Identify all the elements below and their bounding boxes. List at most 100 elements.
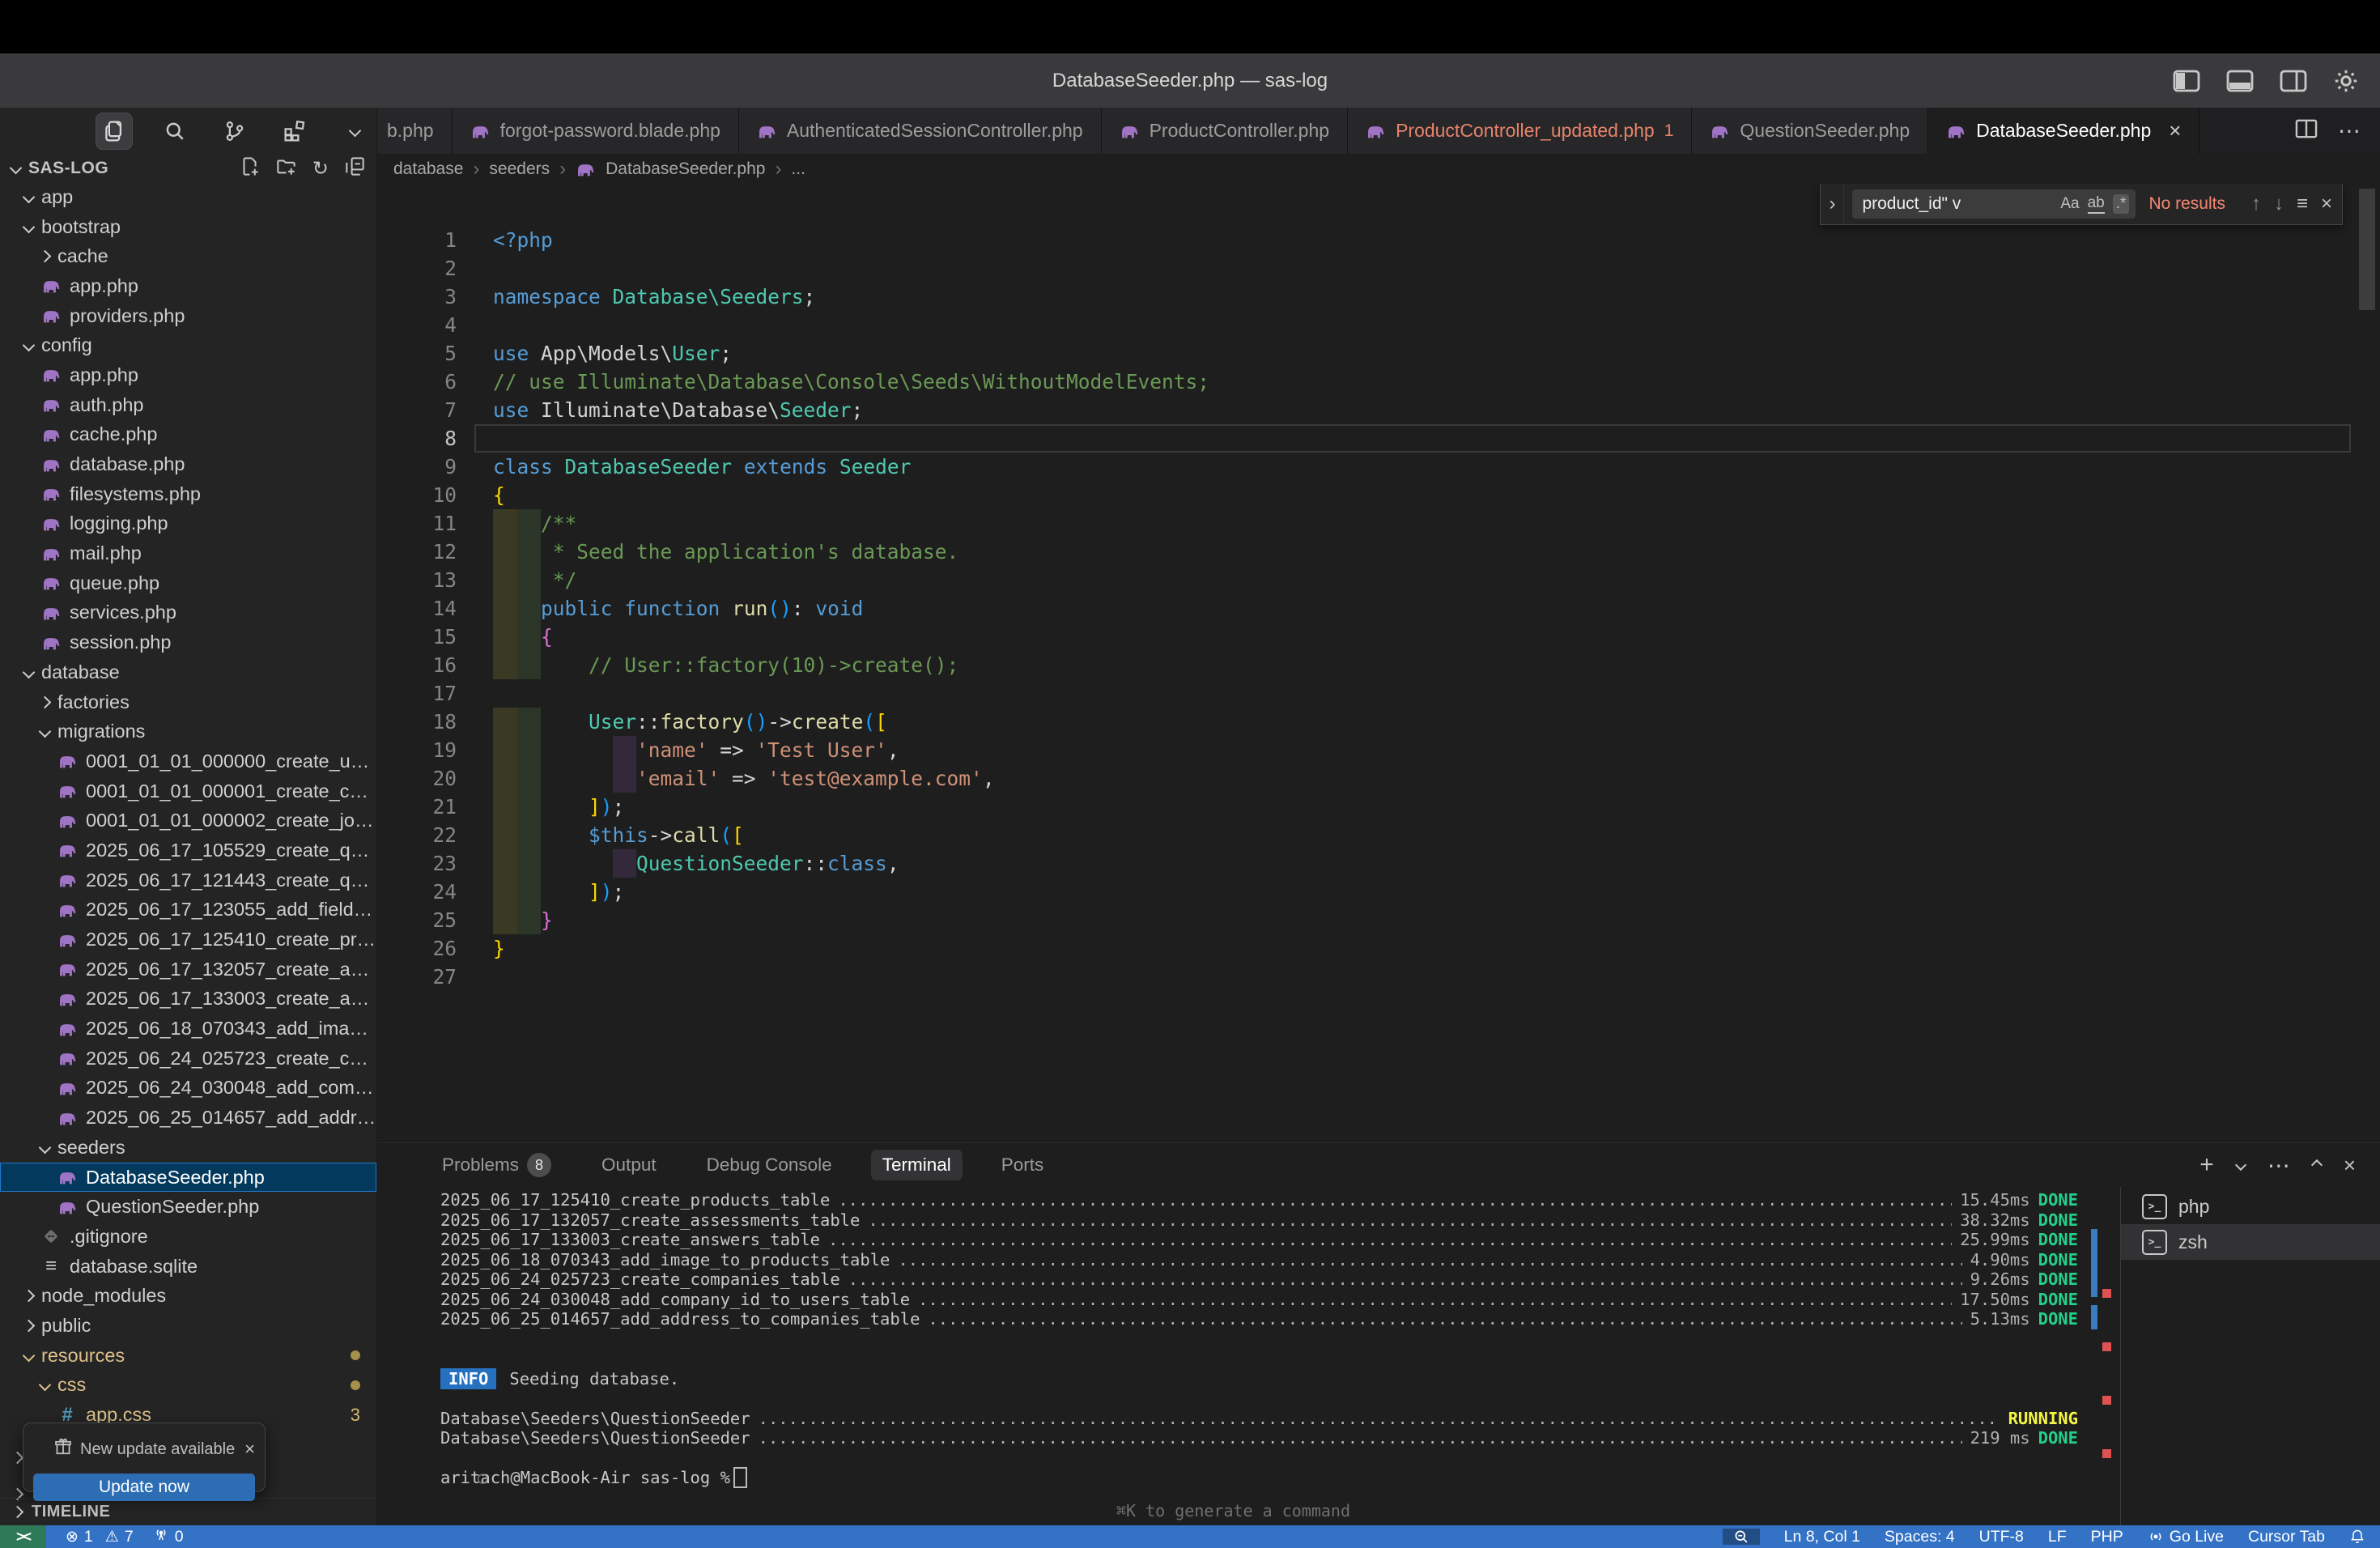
tree-item[interactable]: resources (0, 1341, 376, 1371)
chevron-up-icon[interactable] (2311, 1159, 2323, 1171)
settings-gear-icon[interactable] (2333, 68, 2359, 94)
breadcrumb-item[interactable]: seeders (489, 159, 550, 179)
tree-item[interactable]: QuestionSeeder.php (0, 1192, 376, 1222)
tree-item[interactable]: DatabaseSeeder.php (0, 1163, 376, 1193)
collapsed-section-chevron-icon[interactable] (11, 1452, 24, 1465)
tree-item[interactable]: 0001_01_01_000002_create_jobs_tab... (0, 806, 376, 836)
close-icon[interactable]: × (244, 1439, 255, 1460)
terminal-output[interactable]: 2025_06_17_125410_create_products_table.… (377, 1187, 2089, 1525)
tree-item[interactable]: queue.php (0, 568, 376, 598)
tree-item[interactable]: app (0, 182, 376, 212)
breadcrumb-item[interactable]: DatabaseSeeder.php (606, 159, 765, 179)
close-icon[interactable]: × (2344, 1153, 2356, 1178)
find-input[interactable]: product_id" v Aa ab .* (1852, 189, 2136, 219)
panel-tab-problems[interactable]: Problems8 (431, 1148, 563, 1182)
breadcrumb-item[interactable]: database (393, 159, 463, 179)
new-terminal-icon[interactable]: + (2199, 1151, 2214, 1179)
tree-item[interactable]: database (0, 657, 376, 687)
update-now-button[interactable]: Update now (33, 1474, 255, 1501)
editor-tab[interactable]: DatabaseSeeder.php× (1928, 108, 2199, 154)
tree-item[interactable]: bootstrap (0, 212, 376, 242)
panel-tab-output[interactable]: Output (590, 1150, 668, 1180)
tree-item[interactable]: 2025_06_18_070343_add_image_to_... (0, 1014, 376, 1044)
tree-item[interactable]: mail.php (0, 538, 376, 568)
next-match-icon[interactable]: ↓ (2274, 193, 2284, 215)
match-case-icon[interactable]: Aa (2060, 195, 2079, 213)
tree-item[interactable]: 2025_06_17_121443_create_questions... (0, 865, 376, 895)
tree-item[interactable]: 2025_06_24_030048_add_company_... (0, 1074, 376, 1104)
terminal-session-php[interactable]: >_php (2121, 1189, 2380, 1224)
tree-item[interactable]: app.php (0, 360, 376, 390)
code-editor[interactable]: 1<?php23namespace Database\Seeders;45use… (377, 184, 2380, 1142)
status-item-go-live[interactable]: Go Live (2148, 1528, 2224, 1546)
tree-item[interactable]: css (0, 1371, 376, 1401)
editor-tab[interactable]: ProductController_updated.php1 (1348, 108, 1692, 154)
extensions-icon[interactable] (277, 113, 312, 149)
zoom-status-icon[interactable] (1723, 1529, 1760, 1545)
terminal-prompt-line[interactable]: ○aritach@MacBook-Air sas-log % (440, 1468, 2089, 1488)
more-icon[interactable]: ⋯ (2267, 1152, 2290, 1179)
terminal-session-zsh[interactable]: >_zsh (2121, 1224, 2380, 1260)
editor-tab[interactable]: b.php (377, 108, 453, 154)
source-control-icon[interactable] (217, 113, 253, 149)
tree-item[interactable]: cache.php (0, 420, 376, 450)
tree-item[interactable]: auth.php (0, 390, 376, 420)
regex-icon[interactable]: .* (2113, 194, 2130, 214)
editor-tab[interactable]: ProductController.php (1102, 108, 1348, 154)
tree-item[interactable]: 2025_06_25_014657_add_address_to... (0, 1103, 376, 1133)
tree-item[interactable]: database.php (0, 449, 376, 479)
timeline-section-header[interactable]: TIMELINE (0, 1498, 376, 1525)
tree-item[interactable]: 0001_01_01_000001_create_cache_ta... (0, 776, 376, 806)
panel-tab-debug-console[interactable]: Debug Console (695, 1150, 844, 1180)
tree-item[interactable]: 2025_06_24_025723_create_compan... (0, 1044, 376, 1074)
panel-tab-ports[interactable]: Ports (990, 1150, 1056, 1180)
tree-item[interactable]: app.php (0, 271, 376, 301)
tree-item[interactable]: services.php (0, 598, 376, 628)
close-icon[interactable]: × (2321, 193, 2332, 215)
status-item-ln-8-col-1[interactable]: Ln 8, Col 1 (1784, 1528, 1860, 1546)
tree-item[interactable]: seeders (0, 1133, 376, 1163)
find-toggle-chevron-icon[interactable]: › (1821, 184, 1844, 224)
tree-item[interactable]: logging.php (0, 509, 376, 539)
tree-item[interactable]: 2025_06_17_105529_create_question... (0, 836, 376, 865)
editor-tab[interactable]: QuestionSeeder.php (1692, 108, 1928, 154)
previous-match-icon[interactable]: ↑ (2251, 193, 2261, 215)
tree-item[interactable]: providers.php (0, 301, 376, 331)
editor-tab[interactable]: forgot-password.blade.php (453, 108, 739, 154)
breadcrumb[interactable]: database›seeders› DatabaseSeeder.php›... (377, 154, 2380, 184)
files-copy-icon[interactable] (96, 113, 133, 150)
split-editor-icon[interactable] (2294, 118, 2318, 143)
tree-item[interactable]: config (0, 330, 376, 360)
tree-item[interactable]: 0001_01_01_000000_create_users_ta... (0, 746, 376, 776)
explorer-section-header[interactable]: SAS-LOG ↻ (0, 154, 376, 182)
tree-item[interactable]: .gitignore (0, 1222, 376, 1252)
tree-item[interactable]: migrations (0, 717, 376, 746)
ports-status[interactable]: 0 (153, 1526, 184, 1547)
collapse-all-icon[interactable] (345, 156, 365, 181)
chevron-down-icon[interactable] (337, 113, 372, 149)
new-file-icon[interactable] (240, 156, 260, 181)
status-item-cursor-tab[interactable]: Cursor Tab (2248, 1528, 2325, 1546)
layout-sidebar-icon[interactable] (2173, 70, 2200, 92)
find-in-selection-icon[interactable]: ≡ (2297, 193, 2308, 215)
tree-item[interactable]: 2025_06_17_132057_create_assessme... (0, 955, 376, 985)
refresh-icon[interactable]: ↻ (312, 157, 329, 180)
tree-item[interactable]: 2025_06_17_125410_create_products... (0, 925, 376, 955)
tree-item[interactable]: node_modules (0, 1281, 376, 1311)
more-actions-icon[interactable]: ⋯ (2338, 117, 2361, 144)
new-folder-icon[interactable] (276, 156, 296, 181)
close-icon[interactable]: × (2169, 118, 2181, 143)
problems-status[interactable]: ⊗1 ⚠7 (66, 1528, 134, 1546)
layout-secondary-sidebar-icon[interactable] (2280, 70, 2307, 92)
tree-item[interactable]: session.php (0, 627, 376, 657)
panel-tab-terminal[interactable]: Terminal (871, 1150, 963, 1180)
search-icon[interactable] (157, 113, 193, 149)
status-item-utf-8[interactable]: UTF-8 (1979, 1528, 2024, 1546)
layout-panel-icon[interactable] (2226, 70, 2254, 92)
chevron-down-icon[interactable] (2235, 1159, 2246, 1171)
status-item-spaces-4[interactable]: Spaces: 4 (1885, 1528, 1955, 1546)
whole-word-icon[interactable]: ab (2088, 194, 2105, 214)
tree-item[interactable]: factories (0, 687, 376, 717)
tree-item[interactable]: public (0, 1311, 376, 1341)
remote-indicator[interactable]: >< (0, 1525, 46, 1548)
